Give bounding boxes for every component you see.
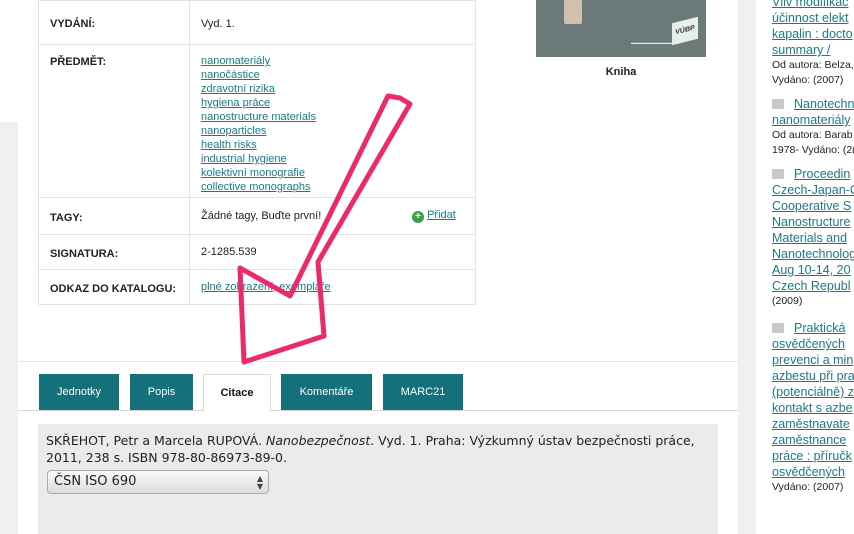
related-published: (2009) bbox=[772, 295, 803, 307]
related-item: Praktická osvědčených prevenci a min azb… bbox=[772, 320, 854, 495]
tab-baseline bbox=[18, 410, 738, 411]
tab-jednotky[interactable]: Jednotky bbox=[39, 374, 119, 411]
related-published: Vydáno: (2007) bbox=[772, 481, 844, 493]
related-title-line[interactable]: prevenci a min bbox=[772, 353, 853, 367]
related-title-line[interactable]: osvědčených bbox=[772, 337, 845, 351]
link-separator: , bbox=[273, 281, 277, 293]
subject-link[interactable]: health risks bbox=[201, 138, 475, 152]
divider bbox=[18, 361, 738, 362]
citation-panel: SKŘEHOT, Petr a Marcela RUPOVÁ. Nanobezp… bbox=[38, 424, 718, 534]
tags-cell: Žádné tagy, Buďte první! + Přidat bbox=[189, 197, 476, 235]
related-title-line[interactable]: kontakt s azbe bbox=[772, 401, 853, 415]
related-title-line[interactable]: Aug 10-14, 20 bbox=[772, 263, 851, 277]
add-tag-link[interactable]: Přidat bbox=[427, 209, 456, 221]
related-title-line[interactable]: kapalin : docto bbox=[772, 27, 853, 41]
related-title-line[interactable]: Nanotechn bbox=[794, 97, 854, 111]
related-author: Od autora: Barab bbox=[772, 129, 853, 141]
related-title-line[interactable]: Czech Republ bbox=[772, 279, 851, 293]
related-title-line[interactable]: účinnost elekt bbox=[772, 11, 848, 25]
related-title-line[interactable]: Nanostructure bbox=[772, 215, 851, 229]
related-title-line[interactable]: osvědčených bbox=[772, 465, 845, 479]
label-tags: TAGY: bbox=[38, 197, 190, 235]
citation-style-value: ČSN ISO 690 bbox=[54, 474, 137, 489]
related-title-line[interactable]: zaměstnavate bbox=[772, 417, 850, 431]
related-title-line[interactable]: Czech-Japan-C bbox=[772, 183, 854, 197]
value-edition: Vyd. 1. bbox=[189, 0, 476, 45]
related-item: Proceedin Czech-Japan-C Cooperative S Na… bbox=[772, 166, 854, 309]
label-signature: SIGNATURA: bbox=[38, 234, 190, 270]
related-title-line[interactable]: práce : příručk bbox=[772, 449, 852, 463]
citation-title: Nanobezpečnost bbox=[265, 433, 371, 448]
related-title-line[interactable]: Praktická bbox=[794, 321, 845, 335]
tab-marc21[interactable]: MARC21 bbox=[383, 374, 463, 411]
book-icon bbox=[772, 99, 784, 109]
subject-link[interactable]: nanočástice bbox=[201, 68, 475, 82]
add-tag-button[interactable]: + Přidat bbox=[412, 209, 456, 223]
value-signature: 2-1285.539 bbox=[189, 234, 476, 270]
related-published: Vydáno: (2007) bbox=[772, 74, 844, 86]
related-title-line[interactable]: Vliv modifikac bbox=[772, 0, 848, 9]
tab-citace[interactable]: Citace bbox=[203, 374, 271, 412]
related-title-line[interactable]: Cooperative S bbox=[772, 199, 851, 213]
book-cover-image[interactable]: VÚBP ▬▬▬▬▬▬▬▬▬▬▬▬ bbox=[536, 0, 706, 57]
plus-circle-icon: + bbox=[412, 211, 424, 223]
subject-link[interactable]: zdravotní rizika bbox=[201, 82, 475, 96]
select-updown-icon: ▲ ▼ bbox=[256, 474, 263, 491]
tab-komentare[interactable]: Komentáře bbox=[281, 374, 372, 411]
label-catalog-link: ODKAZ DO KATALOGU: bbox=[38, 269, 190, 305]
cover-figure bbox=[564, 0, 582, 24]
cover-caption: Kniha bbox=[605, 66, 637, 78]
copies-link[interactable]: exempláře bbox=[279, 281, 330, 293]
book-icon bbox=[772, 169, 784, 179]
related-title-line[interactable]: nanomateriály bbox=[772, 113, 851, 127]
subject-link[interactable]: kolektivní monografie bbox=[201, 166, 475, 180]
citation-text: SKŘEHOT, Petr a Marcela RUPOVÁ. Nanobezp… bbox=[46, 432, 706, 466]
related-title-line[interactable]: summary / bbox=[772, 43, 830, 57]
related-title-line[interactable]: Materials and bbox=[772, 231, 847, 245]
related-items-sidebar: Vliv modifikac účinnost elekt kapalin : … bbox=[756, 0, 854, 534]
citation-authors: SKŘEHOT, Petr a Marcela RUPOVÁ. bbox=[46, 433, 262, 448]
related-title-line[interactable]: azbestu při pra bbox=[772, 369, 854, 383]
subject-link[interactable]: nanoparticles bbox=[201, 124, 475, 138]
subject-link[interactable]: collective monographs bbox=[201, 180, 475, 194]
label-subject: PŘEDMĚT: bbox=[38, 44, 190, 198]
subject-link[interactable]: nanostructure materials bbox=[201, 110, 475, 124]
related-title-line[interactable]: zaměstnance bbox=[772, 433, 846, 447]
book-icon bbox=[772, 323, 784, 333]
subject-link[interactable]: hygiena práce bbox=[201, 96, 475, 110]
related-item: Nanotechn nanomateriály Od autora: Barab… bbox=[772, 96, 854, 158]
page-margin bbox=[0, 0, 18, 122]
record-main-panel: VYDÁNÍ: Vyd. 1. PŘEDMĚT: nanomateriály n… bbox=[18, 0, 738, 534]
related-title-line[interactable]: Proceedin bbox=[794, 167, 850, 181]
related-item: Vliv modifikac účinnost elekt kapalin : … bbox=[772, 0, 854, 88]
full-view-link[interactable]: plné zobrazení bbox=[201, 281, 273, 293]
citation-style-select[interactable]: ČSN ISO 690 ▲ ▼ bbox=[47, 470, 269, 494]
record-details-table: VYDÁNÍ: Vyd. 1. PŘEDMĚT: nanomateriály n… bbox=[38, 0, 476, 305]
related-published: 1978- Vydáno: (2( bbox=[772, 144, 854, 156]
subject-list: nanomateriály nanočástice zdravotní rizi… bbox=[189, 44, 476, 198]
label-edition: VYDÁNÍ: bbox=[38, 0, 190, 45]
cover-text: ▬▬▬▬▬▬▬▬▬▬▬▬ bbox=[631, 40, 679, 45]
subject-link[interactable]: nanomateriály bbox=[201, 54, 475, 68]
related-author: Od autora: Belza, bbox=[772, 59, 854, 71]
tab-popis[interactable]: Popis bbox=[130, 374, 193, 411]
related-title-line[interactable]: Nanotechnolog bbox=[772, 247, 854, 261]
subject-link[interactable]: industrial hygiene bbox=[201, 152, 475, 166]
related-title-line[interactable]: (potenciálně) z bbox=[772, 385, 854, 399]
catalog-links: plné zobrazení, exempláře bbox=[189, 269, 476, 305]
tags-value: Žádné tagy, Buďte první! bbox=[201, 210, 322, 222]
